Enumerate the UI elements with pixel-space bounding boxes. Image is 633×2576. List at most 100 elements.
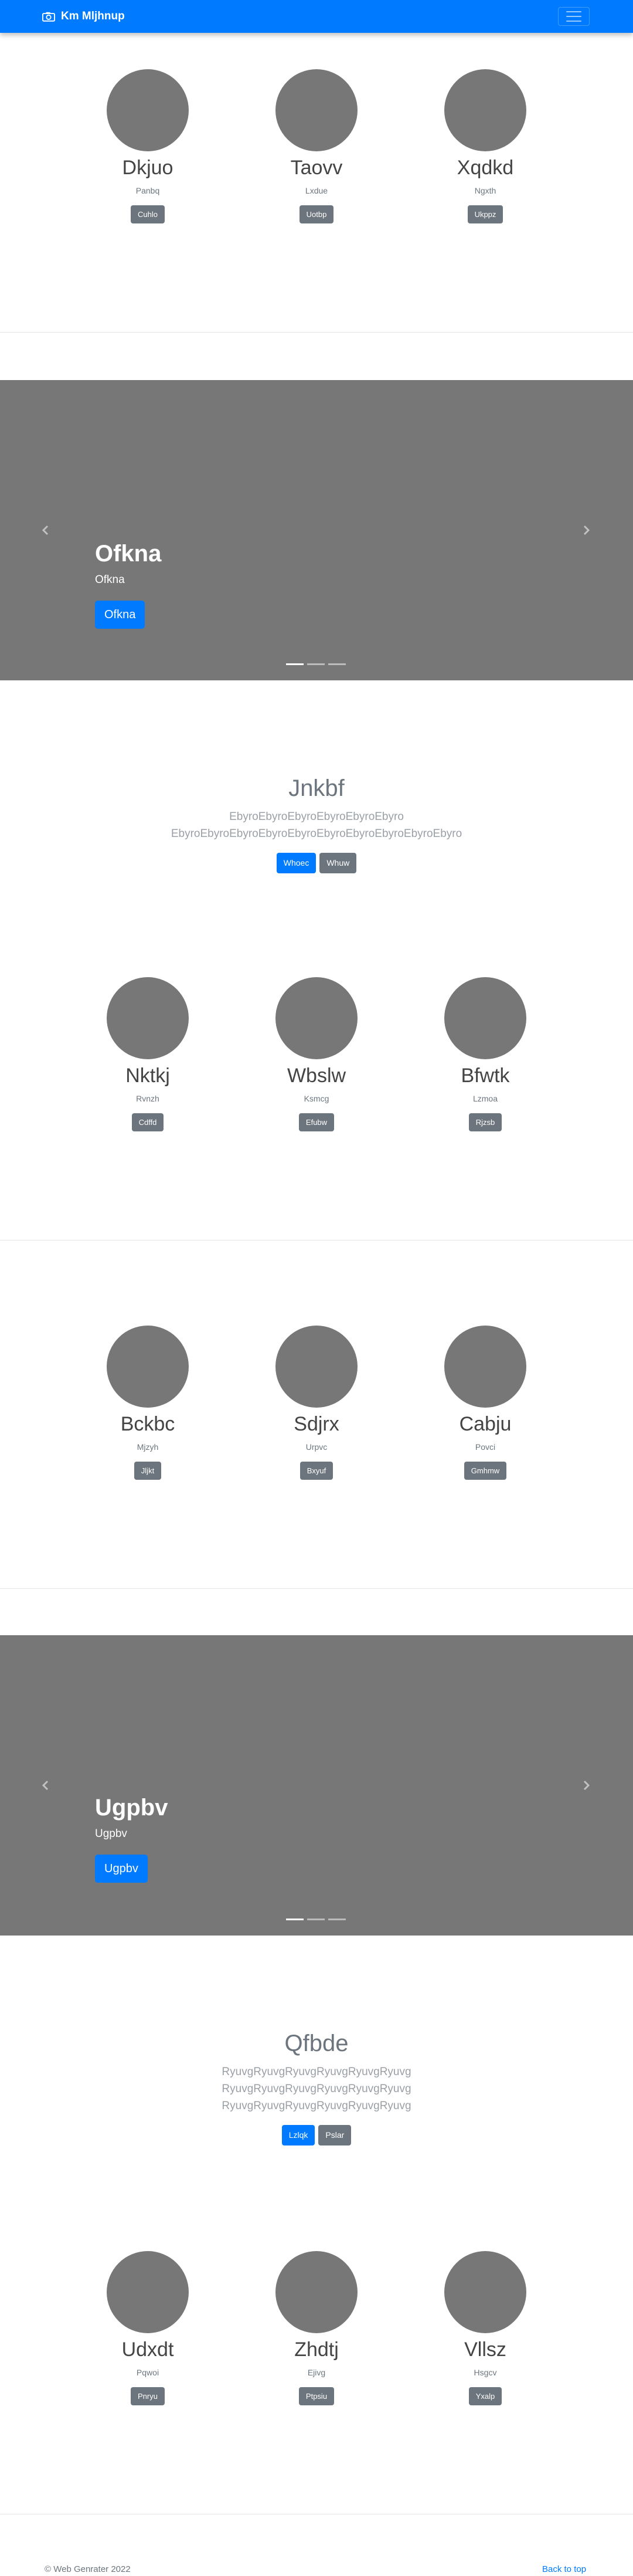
person-subtitle: Ngxth: [474, 186, 496, 195]
person-card: Dkjuo Panbq Cuhlo: [60, 69, 236, 223]
carousel-button[interactable]: Ofkna: [95, 601, 145, 629]
avatar: [444, 69, 526, 151]
person-subtitle: Pqwoi: [136, 2368, 159, 2377]
person-name: Zhdtj: [294, 2338, 339, 2361]
person-card: Sdjrx Urpvc Bxyuf: [229, 1326, 404, 1480]
person-button[interactable]: Ukppz: [467, 205, 503, 223]
person-name: Taovv: [290, 157, 343, 179]
person-subtitle: Mjzyh: [137, 1442, 159, 1452]
person-subtitle: Rvnzh: [136, 1094, 159, 1103]
person-name: Udxdt: [121, 2338, 174, 2361]
person-subtitle: Hsgcv: [474, 2368, 497, 2377]
person-card: Udxdt Pqwoi Pnryu: [60, 2251, 236, 2405]
section-divider: [0, 332, 633, 333]
person-button[interactable]: Gmhmw: [464, 1462, 507, 1480]
hamburger-icon: [566, 11, 581, 22]
hero-primary-button[interactable]: Whoec: [276, 853, 316, 873]
carousel: Ofkna Ofkna Ofkna: [0, 380, 633, 680]
carousel-indicator[interactable]: [307, 663, 325, 665]
hero-text: EbyroEbyroEbyroEbyroEbyroEbyro EbyroEbyr…: [171, 811, 462, 840]
chevron-right-icon[interactable]: [580, 524, 592, 536]
chevron-left-icon[interactable]: [40, 524, 52, 536]
avatar: [275, 2251, 358, 2333]
avatar: [107, 69, 189, 151]
person-subtitle: Ksmcg: [304, 1094, 329, 1103]
person-button[interactable]: Cuhlo: [131, 205, 165, 223]
person-card: Wbslw Ksmcg Efubw: [229, 977, 404, 1131]
chevron-right-icon[interactable]: [580, 1780, 592, 1791]
carousel-indicators: [286, 663, 346, 665]
carousel-indicator[interactable]: [286, 663, 304, 665]
brand-link[interactable]: Km Mljhnup: [42, 0, 125, 33]
avatar: [444, 977, 526, 1059]
person-subtitle: Urpvc: [305, 1442, 328, 1452]
avatar: [444, 2251, 526, 2333]
hero-title: Qfbde: [284, 2031, 349, 2056]
person-button[interactable]: Cdffd: [131, 1113, 164, 1131]
person-name: Cabju: [459, 1413, 512, 1435]
carousel-button[interactable]: Ugpbv: [95, 1855, 148, 1883]
navbar: Km Mljhnup: [0, 0, 633, 33]
copyright-text: © Web Genrater 2022: [45, 2564, 131, 2574]
person-button[interactable]: Ptpsiu: [298, 2387, 335, 2405]
avatar: [107, 977, 189, 1059]
hero-secondary-button[interactable]: Pslar: [318, 2125, 352, 2145]
person-button[interactable]: Rjzsb: [468, 1113, 502, 1131]
avatar: [444, 1326, 526, 1408]
carousel-indicator[interactable]: [328, 1919, 346, 1920]
hero-primary-button[interactable]: Lzlqk: [281, 2125, 315, 2145]
carousel-heading: Ugpbv: [95, 1795, 168, 1821]
avatar: [107, 1326, 189, 1408]
avatar: [107, 2251, 189, 2333]
brand-text: Km Mljhnup: [61, 10, 125, 22]
person-subtitle: Povci: [475, 1442, 496, 1452]
person-card: Nktkj Rvnzh Cdffd: [60, 977, 236, 1131]
person-card: Xqdkd Ngxth Ukppz: [397, 69, 573, 223]
person-button[interactable]: Yxalp: [468, 2387, 502, 2405]
person-card: Vllsz Hsgcv Yxalp: [397, 2251, 573, 2405]
person-card: Bckbc Mjzyh Jljkt: [60, 1326, 236, 1480]
person-subtitle: Lxdue: [305, 186, 328, 195]
section-divider: [0, 1588, 633, 1589]
avatar: [275, 977, 358, 1059]
carousel-indicator[interactable]: [307, 1919, 325, 1920]
carousel-indicator[interactable]: [328, 663, 346, 665]
person-name: Nktkj: [125, 1065, 170, 1087]
carousel-caption: Ugpbv: [95, 1828, 127, 1840]
carousel-caption: Ofkna: [95, 574, 125, 586]
carousel-indicators: [286, 1919, 346, 1920]
camera-icon: [42, 12, 55, 22]
person-subtitle: Ejivg: [307, 2368, 326, 2377]
person-name: Vllsz: [464, 2338, 506, 2361]
person-button[interactable]: Jljkt: [134, 1462, 162, 1480]
person-button[interactable]: Pnryu: [131, 2387, 165, 2405]
person-name: Sdjrx: [294, 1413, 339, 1435]
person-name: Xqdkd: [457, 157, 514, 179]
footer: © Web Genrater 2022 Back to top: [0, 2510, 633, 2576]
person-card: Cabju Povci Gmhmw: [397, 1326, 573, 1480]
person-name: Wbslw: [287, 1065, 346, 1087]
carousel: Ugpbv Ugpbv Ugpbv: [0, 1635, 633, 1936]
chevron-left-icon[interactable]: [40, 1780, 52, 1791]
person-name: Bckbc: [120, 1413, 175, 1435]
avatar: [275, 1326, 358, 1408]
person-name: Bfwtk: [461, 1065, 510, 1087]
hero-title: Jnkbf: [288, 775, 345, 801]
person-button[interactable]: Bxyuf: [300, 1462, 333, 1480]
navbar-toggle-button[interactable]: [558, 7, 590, 26]
person-button[interactable]: Uotbp: [299, 205, 334, 223]
hero-secondary-button[interactable]: Whuw: [319, 853, 357, 873]
person-card: Zhdtj Ejivg Ptpsiu: [229, 2251, 404, 2405]
carousel-indicator[interactable]: [286, 1919, 304, 1920]
person-card: Bfwtk Lzmoa Rjzsb: [397, 977, 573, 1131]
carousel-heading: Ofkna: [95, 541, 162, 567]
hero-text: RyuvgRyuvgRyuvgRyuvgRyuvgRyuvg RyuvgRyuv…: [222, 2066, 411, 2112]
person-name: Dkjuo: [122, 157, 173, 179]
person-button[interactable]: Efubw: [298, 1113, 335, 1131]
back-to-top-link[interactable]: Back to top: [542, 2564, 586, 2574]
person-subtitle: Lzmoa: [472, 1094, 498, 1103]
avatar: [275, 69, 358, 151]
hero-section: Jnkbf EbyroEbyroEbyroEbyroEbyroEbyro Eby…: [0, 774, 633, 873]
hero-section: Qfbde RyuvgRyuvgRyuvgRyuvgRyuvgRyuvg Ryu…: [0, 2029, 633, 2145]
person-card: Taovv Lxdue Uotbp: [229, 69, 404, 223]
